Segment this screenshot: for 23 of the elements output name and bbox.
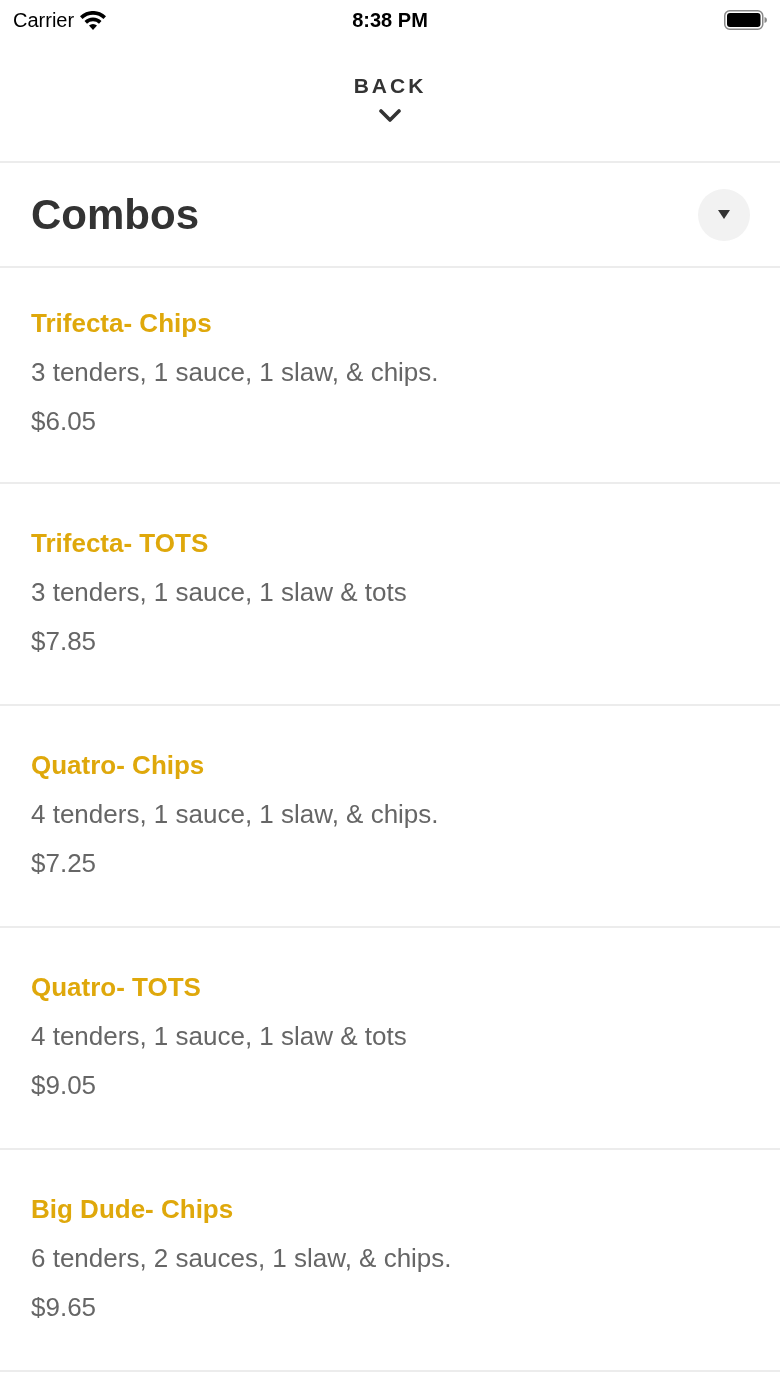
item-price: $9.05 <box>31 1069 97 1102</box>
item-price: $6.05 <box>31 405 97 438</box>
battery-icon <box>724 10 767 30</box>
carrier-label: Carrier <box>13 10 75 30</box>
item-name: Trifecta- TOTS <box>31 527 209 560</box>
item-description: 4 tenders, 1 sauce, 1 slaw & tots <box>31 1020 407 1053</box>
caret-down-icon <box>718 210 730 219</box>
item-description: 3 tenders, 1 sauce, 1 slaw, & chips. <box>31 356 439 389</box>
chevron-down-icon <box>379 109 401 123</box>
item-name: Quatro- Chips <box>31 749 205 782</box>
item-description: 3 tenders, 1 sauce, 1 slaw & tots <box>31 576 407 609</box>
item-price: $9.65 <box>31 1291 97 1324</box>
time-label: 8:38 PM <box>352 10 428 30</box>
item-description: 6 tenders, 2 sauces, 1 slaw, & chips. <box>31 1242 452 1275</box>
item-price: $7.85 <box>31 625 97 658</box>
item-name: Big Dude- Chips <box>31 1193 234 1226</box>
section-title: Combos <box>31 193 199 236</box>
back-button[interactable]: BACK <box>345 75 435 137</box>
item-price: $7.25 <box>31 847 97 880</box>
item-name: Trifecta- Chips <box>31 307 212 340</box>
wifi-icon <box>80 10 107 30</box>
item-name: Quatro- TOTS <box>31 971 201 1004</box>
item-description: 4 tenders, 1 sauce, 1 slaw, & chips. <box>31 798 439 831</box>
